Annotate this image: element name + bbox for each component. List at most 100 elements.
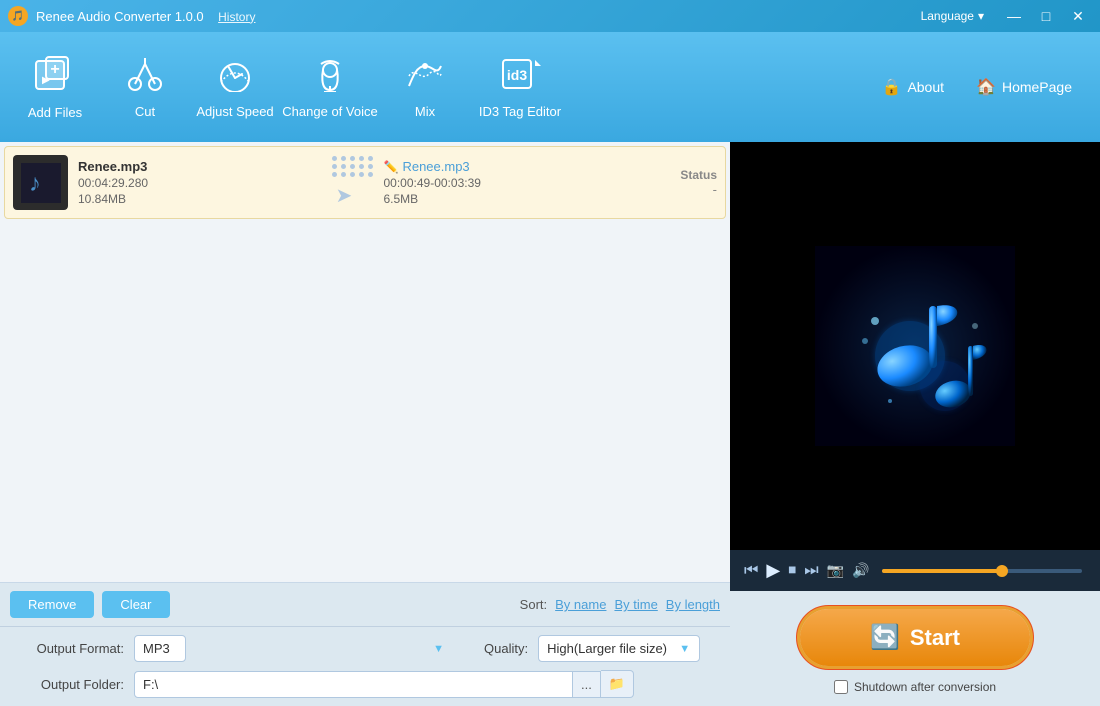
- toolbar-right: 🔒 About 🏠 HomePage: [874, 73, 1080, 101]
- quality-label: Quality:: [484, 641, 528, 656]
- toolbar: + ▶ Add Files Cut: [0, 32, 1100, 142]
- folder-input-wrapper: ... 📁: [134, 670, 634, 698]
- adjust-speed-label: Adjust Speed: [196, 104, 273, 119]
- screenshot-button[interactable]: 📷: [827, 562, 844, 579]
- dot: [359, 164, 364, 169]
- titlebar-right: Language ▾ — □ ✕: [921, 6, 1092, 26]
- language-label: Language: [921, 9, 974, 23]
- dot: [350, 156, 355, 161]
- app-title: Renee Audio Converter 1.0.0 History: [36, 9, 255, 24]
- skip-forward-button[interactable]: ⏭: [804, 562, 818, 580]
- refresh-icon: 🔄: [870, 623, 900, 652]
- main-area: ♪ Renee.mp3 00:04:29.280 10.84MB: [0, 142, 1100, 706]
- preview-area: [730, 142, 1100, 550]
- quality-select[interactable]: High(Larger file size) Medium Low(Smalle…: [538, 635, 700, 662]
- svg-text:+: +: [50, 61, 59, 78]
- file-status: Status -: [637, 168, 717, 197]
- add-files-button[interactable]: + ▶ Add Files: [10, 37, 100, 137]
- sort-by-time[interactable]: By time: [614, 597, 657, 612]
- arrow-head-icon: ➤: [336, 185, 353, 207]
- stop-button[interactable]: ⏹: [788, 562, 796, 580]
- cut-button[interactable]: Cut: [100, 37, 190, 137]
- dropdown-icon: ▾: [978, 9, 984, 23]
- open-folder-button[interactable]: 📁: [601, 670, 634, 698]
- browse-button[interactable]: ...: [573, 671, 601, 698]
- volume-slider[interactable]: [882, 569, 1082, 573]
- start-button[interactable]: 🔄 Start: [800, 609, 1030, 666]
- file-output-size: 6.5MB: [384, 192, 628, 206]
- homepage-label: HomePage: [1002, 79, 1072, 95]
- titlebar-left: 🎵 Renee Audio Converter 1.0.0 History: [8, 6, 255, 26]
- output-folder-label: Output Folder:: [14, 677, 124, 692]
- language-selector[interactable]: Language ▾: [921, 9, 984, 23]
- volume-knob[interactable]: [996, 565, 1008, 577]
- left-panel: ♪ Renee.mp3 00:04:29.280 10.84MB: [0, 142, 730, 706]
- adjust-speed-button[interactable]: Adjust Speed: [190, 37, 280, 137]
- sort-area: Sort: By name By time By length: [520, 597, 720, 612]
- dot: [368, 164, 373, 169]
- homepage-button[interactable]: 🏠 HomePage: [968, 73, 1080, 101]
- adjust-speed-icon: [214, 56, 256, 98]
- table-row: ♪ Renee.mp3 00:04:29.280 10.84MB: [4, 146, 726, 219]
- file-list: ♪ Renee.mp3 00:04:29.280 10.84MB: [0, 142, 730, 582]
- lock-icon: 🔒: [882, 77, 902, 97]
- quality-select-wrapper: High(Larger file size) Medium Low(Smalle…: [538, 635, 700, 662]
- sort-by-length[interactable]: By length: [666, 597, 720, 612]
- settings-row: Output Format: MP3 AAC WAV FLAC OGG WMA …: [0, 626, 730, 706]
- mix-button[interactable]: Mix: [380, 37, 470, 137]
- shutdown-checkbox[interactable]: [834, 680, 848, 694]
- status-value: -: [637, 182, 717, 197]
- dot: [350, 172, 355, 177]
- output-name-text: Renee.mp3: [402, 159, 469, 174]
- file-output-name: ✏️ Renee.mp3: [384, 159, 628, 174]
- add-files-icon: + ▶: [34, 55, 76, 99]
- sort-by-name[interactable]: By name: [555, 597, 606, 612]
- start-label: Start: [910, 625, 960, 651]
- status-label: Status: [637, 168, 717, 182]
- dot: [368, 172, 373, 177]
- file-source-size: 10.84MB: [78, 192, 322, 206]
- id3-tag-label: ID3 Tag Editor: [479, 104, 561, 119]
- file-output-time: 00:00:49-00:03:39: [384, 176, 628, 190]
- folder-line: Output Folder: ... 📁: [14, 670, 716, 698]
- dot: [341, 156, 346, 161]
- home-icon: 🏠: [976, 77, 996, 97]
- shutdown-label: Shutdown after conversion: [854, 680, 996, 694]
- dot: [332, 164, 337, 169]
- folder-path-input[interactable]: [134, 671, 573, 698]
- about-button[interactable]: 🔒 About: [874, 73, 953, 101]
- change-of-voice-icon: [309, 56, 351, 98]
- play-button[interactable]: ▶: [766, 560, 780, 581]
- dot: [332, 156, 337, 161]
- shutdown-row: Shutdown after conversion: [834, 680, 996, 694]
- edit-icon: ✏️: [384, 160, 399, 174]
- dot: [359, 156, 364, 161]
- file-source-info: Renee.mp3 00:04:29.280 10.84MB: [78, 159, 322, 206]
- format-line: Output Format: MP3 AAC WAV FLAC OGG WMA …: [14, 635, 716, 662]
- format-select[interactable]: MP3 AAC WAV FLAC OGG WMA: [134, 635, 186, 662]
- add-files-label: Add Files: [28, 105, 82, 120]
- svg-text:▶: ▶: [42, 75, 50, 86]
- volume-icon: 🔊: [852, 562, 869, 579]
- file-output-info: ✏️ Renee.mp3 00:00:49-00:03:39 6.5MB: [384, 159, 628, 206]
- output-format-label: Output Format:: [14, 641, 124, 656]
- id3-tag-button[interactable]: id3 ID3 Tag Editor: [470, 37, 570, 137]
- change-of-voice-label: Change of Voice: [282, 104, 377, 119]
- history-link[interactable]: History: [218, 10, 255, 24]
- app-title-text: Renee Audio Converter 1.0.0: [36, 9, 204, 24]
- bottom-controls: Remove Clear Sort: By name By time By le…: [0, 582, 730, 626]
- maximize-button[interactable]: □: [1032, 6, 1060, 26]
- skip-back-button[interactable]: ⏮: [744, 562, 758, 580]
- mix-label: Mix: [415, 104, 435, 119]
- cut-icon: [125, 56, 165, 98]
- svg-text:id3: id3: [507, 67, 527, 83]
- dot: [341, 164, 346, 169]
- minimize-button[interactable]: —: [1000, 6, 1028, 26]
- remove-button[interactable]: Remove: [10, 591, 94, 618]
- close-button[interactable]: ✕: [1064, 6, 1092, 26]
- dot: [341, 172, 346, 177]
- change-of-voice-button[interactable]: Change of Voice: [280, 37, 380, 137]
- clear-button[interactable]: Clear: [102, 591, 169, 618]
- start-button-wrapper: 🔄 Start: [796, 605, 1034, 670]
- dot: [359, 172, 364, 177]
